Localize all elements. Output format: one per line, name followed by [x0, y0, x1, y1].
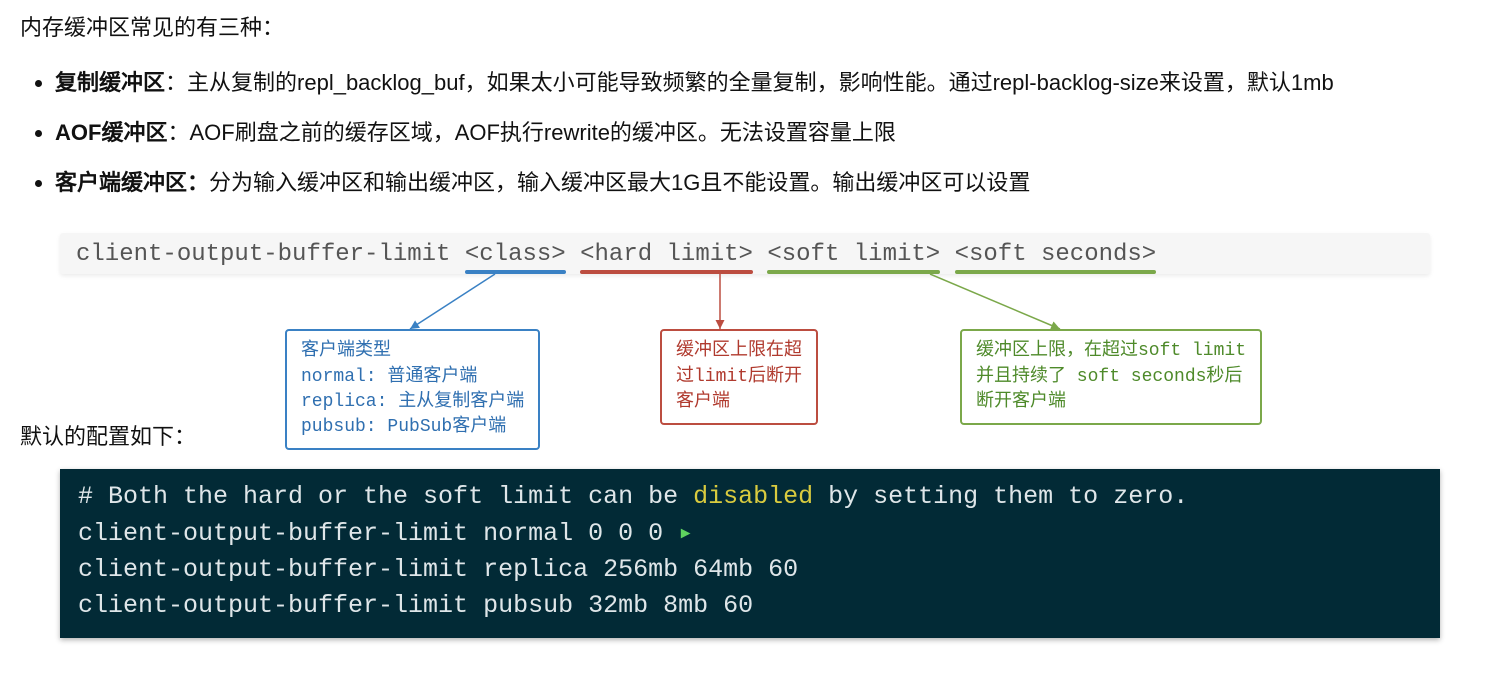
terminal-comment: # Both the hard or the soft limit can be…	[78, 482, 1188, 511]
item-title: AOF缓冲区	[55, 120, 167, 145]
annotation-diagram: 客户端类型 normal: 普通客户端 replica: 主从复制客户端 pub…	[60, 274, 1430, 474]
item-text: 分为输入缓冲区和输出缓冲区，输入缓冲区最大1G且不能设置。输出缓冲区可以设置	[209, 170, 1030, 195]
terminal-line: client-output-buffer-limit normal 0 0 0	[78, 519, 678, 548]
syntax-soft-limit: <soft limit>	[767, 241, 940, 268]
callout-class: 客户端类型 normal: 普通客户端 replica: 主从复制客户端 pub…	[285, 329, 540, 450]
terminal-line: client-output-buffer-limit replica 256mb…	[78, 555, 798, 584]
syntax-class: <class>	[465, 241, 566, 268]
item-title: 客户端缓冲区：	[55, 170, 209, 195]
cursor-icon: ▸	[678, 519, 693, 548]
item-title: 复制缓冲区	[55, 70, 165, 95]
arrow-connectors	[60, 274, 1430, 334]
buffer-type-list: 复制缓冲区：主从复制的repl_backlog_buf，如果太小可能导致频繁的全…	[20, 62, 1473, 203]
item-text: 主从复制的repl_backlog_buf，如果太小可能导致频繁的全量复制，影响…	[187, 70, 1334, 95]
terminal-config-block: # Both the hard or the soft limit can be…	[60, 469, 1440, 638]
syntax-code-bar: client-output-buffer-limit <class> <hard…	[60, 233, 1430, 274]
callout-hard-limit: 缓冲区上限在超 过limit后断开 客户端	[660, 329, 818, 425]
terminal-line: client-output-buffer-limit pubsub 32mb 8…	[78, 591, 753, 620]
syntax-hard-limit: <hard limit>	[580, 241, 753, 268]
item-text: AOF刷盘之前的缓存区域，AOF执行rewrite的缓冲区。无法设置容量上限	[189, 120, 895, 145]
syntax-command: client-output-buffer-limit	[76, 241, 465, 268]
list-item: 客户端缓冲区：分为输入缓冲区和输出缓冲区，输入缓冲区最大1G且不能设置。输出缓冲…	[55, 162, 1473, 204]
intro-text: 内存缓冲区常见的有三种：	[20, 10, 1473, 42]
list-item: 复制缓冲区：主从复制的repl_backlog_buf，如果太小可能导致频繁的全…	[55, 62, 1473, 104]
list-item: AOF缓冲区：AOF刷盘之前的缓存区域，AOF执行rewrite的缓冲区。无法设…	[55, 112, 1473, 154]
syntax-soft-seconds: <soft seconds>	[955, 241, 1157, 268]
callout-soft-limit: 缓冲区上限，在超过soft limit 并且持续了 soft seconds秒后…	[960, 329, 1262, 425]
